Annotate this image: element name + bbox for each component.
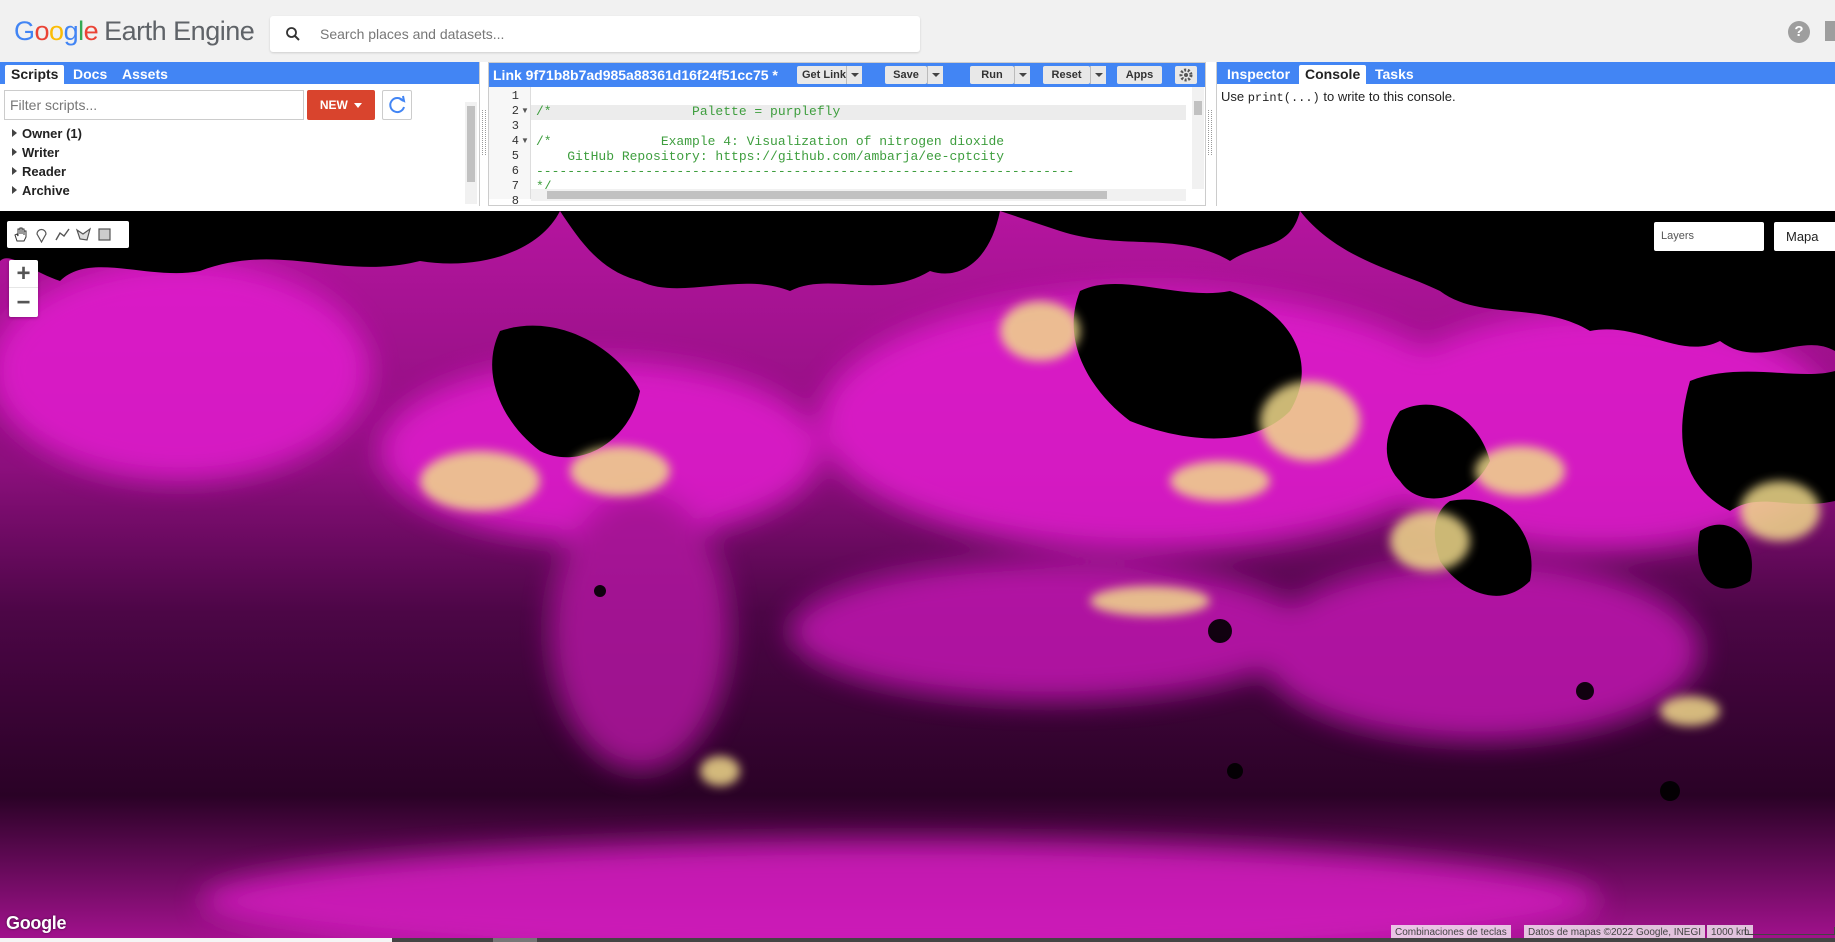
google-earth-engine-logo[interactable]: Google Earth Engine [14,16,255,47]
editor-vertical-scrollbar[interactable] [1192,87,1204,189]
editor-horizontal-scrollbar[interactable] [531,189,1186,201]
zoom-out-button[interactable]: − [9,289,38,317]
save-dropdown[interactable] [927,66,943,84]
expand-arrow-icon [12,129,17,137]
line-number: 1 [511,89,519,103]
expand-arrow-icon [12,167,17,175]
scripts-scrollbar[interactable] [465,102,477,204]
line-number: 2 [511,104,519,118]
map-canvas[interactable]: + − Layers Mapa Google Combinaciones de … [0,211,1835,942]
code-line[interactable]: /* Example 4: Visualization of nitrogen … [536,134,1004,149]
draw-shape-icon[interactable] [75,226,92,243]
expand-arrow-icon [12,186,17,194]
no2-imagery-layer [0,211,1835,942]
console-hint: Use print(...) to write to this console. [1221,89,1456,105]
code-line[interactable]: /* Palette = purplefly [536,104,840,119]
draw-rectangle-icon[interactable] [96,226,113,243]
zoom-controls: + − [9,260,38,317]
tab-scripts[interactable]: Scripts [5,65,65,84]
line-number: 7 [511,179,519,193]
search-icon [286,27,300,41]
refresh-button[interactable] [382,90,412,120]
google-map-logo: Google [6,913,67,933]
code-line[interactable]: ----------------------------------------… [536,164,1074,179]
search-input[interactable] [320,23,900,45]
get-link-button[interactable]: Get Link [797,66,851,84]
tree-reader[interactable]: Reader [12,164,66,179]
tab-assets[interactable]: Assets [116,65,174,84]
tab-tasks[interactable]: Tasks [1369,65,1420,84]
tree-writer[interactable]: Writer [12,145,59,160]
reset-button[interactable]: Reset [1043,66,1090,84]
zoom-in-button[interactable]: + [9,260,38,288]
fold-arrow-icon[interactable]: ▼ [521,136,529,145]
tab-console[interactable]: Console [1299,65,1367,84]
left-tabbar: Scripts Docs Assets [0,62,479,84]
line-number: 8 [511,194,519,208]
filter-scripts-input[interactable] [4,90,304,120]
left-splitter-handle[interactable] [482,110,486,155]
help-icon[interactable]: ? [1788,21,1810,43]
pan-hand-icon[interactable] [12,226,29,243]
add-marker-icon[interactable] [33,226,50,243]
reset-dropdown[interactable] [1090,66,1106,84]
bottom-strip [0,938,1835,942]
new-script-button[interactable]: NEW [307,90,375,120]
right-splitter-handle[interactable] [1208,110,1212,155]
feedback-icon[interactable] [1825,21,1835,41]
refresh-icon [389,95,406,114]
line-number: 6 [511,164,519,178]
scale-bar [1745,927,1835,935]
editor-toolbar: Link 9f71b8b7ad985a88361d16f24f51cc75 * … [489,63,1205,87]
run-dropdown[interactable] [1014,66,1030,84]
tree-owner[interactable]: Owner (1) [12,126,82,141]
tree-archive[interactable]: Archive [12,183,70,198]
apps-button[interactable]: Apps [1117,66,1162,84]
line-number: 3 [511,119,519,133]
tab-docs[interactable]: Docs [67,65,113,84]
expand-arrow-icon [12,148,17,156]
run-button[interactable]: Run [970,66,1014,84]
settings-gear-icon[interactable] [1175,66,1197,84]
drawing-tools [7,221,129,248]
line-number: 4 [511,134,519,148]
save-button[interactable]: Save [885,66,927,84]
script-name: Link 9f71b8b7ad985a88361d16f24f51cc75 * [493,67,778,83]
draw-line-icon[interactable] [54,226,71,243]
map-type-button[interactable]: Mapa [1774,222,1835,251]
layers-button[interactable]: Layers [1654,222,1764,251]
line-number: 5 [511,149,519,163]
right-tabbar: Inspector Console Tasks [1217,62,1835,84]
line-gutter: 1 2 ▼ 3 4 ▼ 5 6 7 8 [489,87,531,208]
app-header: GoogleEarth Engine ? [0,0,1835,62]
console-panel: Inspector Console Tasks Use print(...) t… [1216,62,1835,206]
tab-inspector[interactable]: Inspector [1221,65,1296,84]
search-box[interactable] [270,16,920,52]
dropdown-arrow-icon [354,103,363,108]
code-line[interactable]: GitHub Repository: https://github.com/am… [536,149,1004,164]
scripts-panel: Scripts Docs Assets NEW Owner (1) Writer… [0,62,480,206]
fold-arrow-icon[interactable]: ▼ [521,106,529,115]
code-editor: Link 9f71b8b7ad985a88361d16f24f51cc75 * … [488,62,1206,208]
get-link-dropdown[interactable] [846,66,862,84]
